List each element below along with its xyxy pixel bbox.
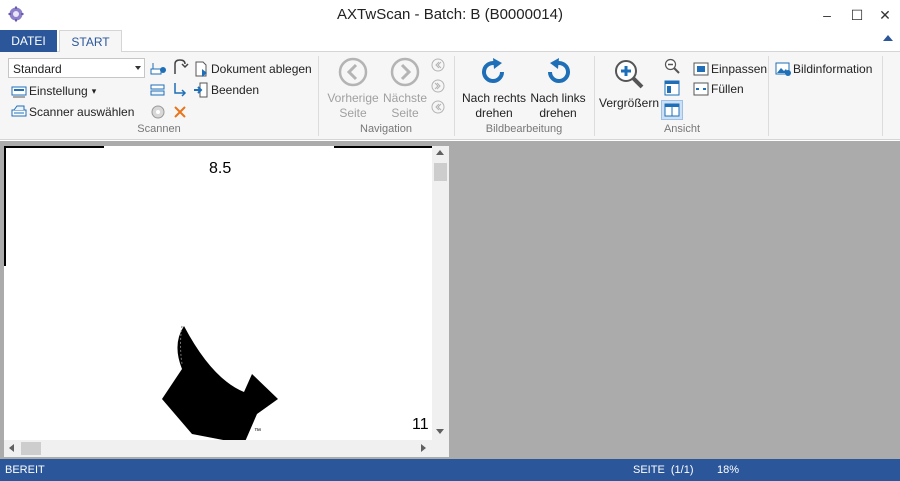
group-label-navigation: Navigation bbox=[360, 123, 412, 135]
fill-window-icon bbox=[693, 82, 709, 96]
scroll-up-arrow-icon[interactable] bbox=[436, 150, 444, 155]
next-page-button[interactable]: Nächste Seite bbox=[381, 56, 429, 121]
last-page-icon[interactable] bbox=[431, 79, 445, 93]
previous-page-label-2: Seite bbox=[339, 106, 367, 120]
scroll-left-arrow-icon[interactable] bbox=[9, 444, 14, 452]
window-title: AXTwScan - Batch: B (B0000014) bbox=[337, 6, 563, 23]
scan-profile-select[interactable]: Standard bbox=[8, 58, 145, 78]
rotate-counterclockwise-icon bbox=[548, 58, 570, 83]
status-bar: BEREIT SEITE (1/1) 18% bbox=[0, 459, 900, 481]
previous-page-button[interactable]: Vorherige Seite bbox=[326, 56, 380, 121]
page-border-line bbox=[4, 146, 6, 266]
image-info-button[interactable]: Bildinformation bbox=[775, 59, 872, 79]
fit-to-window-icon bbox=[693, 62, 709, 76]
fill-button[interactable]: Füllen bbox=[693, 79, 744, 99]
rotate-right-label-2: drehen bbox=[475, 106, 513, 120]
settings-button[interactable]: Einstellung ▾ bbox=[11, 81, 96, 101]
next-page-label-2: Seite bbox=[391, 106, 419, 120]
zoom-out-icon[interactable] bbox=[664, 58, 680, 74]
settings-label: Einstellung bbox=[29, 84, 88, 98]
title-bar: AXTwScan - Batch: B (B0000014) – ☐ ✕ bbox=[0, 0, 900, 30]
dropdown-arrow-icon bbox=[135, 66, 141, 70]
group-separator bbox=[882, 56, 883, 136]
page-height-label: 11 bbox=[412, 416, 429, 433]
exit-label: Beenden bbox=[211, 83, 260, 97]
scan-feed-icon[interactable] bbox=[149, 59, 167, 77]
arrow-left-circle-icon bbox=[338, 57, 368, 87]
two-page-view-icon bbox=[664, 103, 680, 117]
scroll-thumb[interactable] bbox=[21, 442, 41, 455]
page-border-line bbox=[4, 146, 104, 148]
select-scanner-button[interactable]: Scanner auswählen bbox=[11, 102, 134, 122]
tab-file[interactable]: DATEI bbox=[0, 30, 57, 52]
rescan-icon[interactable] bbox=[171, 58, 189, 76]
collapse-ribbon-icon[interactable] bbox=[883, 35, 893, 41]
maximize-button[interactable]: ☐ bbox=[845, 5, 869, 25]
rotate-left-button[interactable]: Nach links drehen bbox=[528, 56, 588, 121]
zoom-in-magnifier-icon bbox=[615, 60, 644, 89]
scrollbar-corner bbox=[432, 440, 449, 457]
group-separator bbox=[768, 56, 769, 136]
rotate-right-button[interactable]: Nach rechts drehen bbox=[461, 56, 527, 121]
rotate-right-label-1: Nach rechts bbox=[461, 91, 527, 105]
rotate-left-label-2: drehen bbox=[539, 106, 577, 120]
import-icon[interactable] bbox=[171, 81, 189, 99]
zoom-in-button[interactable]: Vergrößern bbox=[598, 58, 660, 111]
settings-dropdown-icon: ▾ bbox=[91, 85, 97, 96]
rotate-clockwise-icon bbox=[482, 58, 504, 83]
page-border-line bbox=[334, 146, 432, 148]
page-preview[interactable]: 8.5 ™ 11 bbox=[4, 146, 432, 440]
tab-start[interactable]: START bbox=[59, 30, 122, 53]
scroll-right-arrow-icon[interactable] bbox=[421, 444, 426, 452]
scroll-thumb[interactable] bbox=[434, 163, 447, 181]
go-back-icon[interactable] bbox=[431, 100, 445, 114]
minimize-button[interactable]: – bbox=[815, 5, 839, 25]
file-document-button[interactable]: Dokument ablegen bbox=[193, 59, 312, 79]
group-label-view: Ansicht bbox=[663, 123, 701, 135]
scan-settings-gear-icon[interactable] bbox=[149, 103, 167, 121]
status-zoom-level: 18% bbox=[717, 464, 740, 476]
ribbon-tab-row: DATEI START bbox=[0, 30, 900, 53]
single-page-view-icon[interactable] bbox=[664, 80, 680, 96]
trademark-symbol: ™ bbox=[254, 428, 261, 435]
fill-label: Füllen bbox=[711, 82, 744, 96]
document-icon bbox=[195, 61, 207, 77]
exit-door-icon bbox=[194, 82, 208, 98]
fit-label: Einpassen bbox=[711, 62, 768, 76]
group-label-scan: Scannen bbox=[137, 123, 181, 135]
close-button[interactable]: ✕ bbox=[873, 5, 897, 25]
zoom-in-label: Vergrößern bbox=[598, 96, 660, 110]
scan-profile-value: Standard bbox=[13, 62, 62, 76]
scan-batch-icon[interactable] bbox=[149, 81, 167, 99]
file-document-label: Dokument ablegen bbox=[211, 62, 312, 76]
arrow-graphic-icon bbox=[162, 325, 278, 440]
image-info-icon bbox=[775, 62, 791, 76]
two-page-view-button[interactable] bbox=[661, 100, 683, 120]
ribbon: Standard Einstellung ▾ Scanner auswählen bbox=[0, 52, 900, 140]
status-page-indicator: SEITE (1/1) bbox=[633, 464, 694, 476]
horizontal-scrollbar[interactable] bbox=[4, 440, 432, 457]
arrow-right-circle-icon bbox=[390, 57, 420, 87]
scroll-down-arrow-icon[interactable] bbox=[436, 429, 444, 434]
group-label-image-edit: Bildbearbeitung bbox=[485, 123, 563, 135]
delete-icon[interactable] bbox=[171, 103, 189, 121]
scanner-icon bbox=[11, 105, 27, 117]
next-page-label-1: Nächste bbox=[382, 91, 428, 105]
rotate-left-label-1: Nach links bbox=[530, 91, 586, 105]
exit-button[interactable]: Beenden bbox=[193, 80, 259, 100]
select-scanner-label: Scanner auswählen bbox=[29, 105, 135, 119]
previous-page-label-1: Vorherige bbox=[327, 91, 379, 105]
page-width-label: 8.5 bbox=[209, 160, 232, 177]
vertical-scrollbar[interactable] bbox=[432, 146, 449, 440]
image-info-label: Bildinformation bbox=[793, 62, 873, 76]
settings-scanner-icon bbox=[11, 86, 27, 98]
document-viewer: 8.5 ™ 11 bbox=[0, 141, 900, 459]
status-text: BEREIT bbox=[5, 464, 45, 476]
fit-button[interactable]: Einpassen bbox=[693, 59, 767, 79]
first-page-icon[interactable] bbox=[431, 58, 445, 72]
